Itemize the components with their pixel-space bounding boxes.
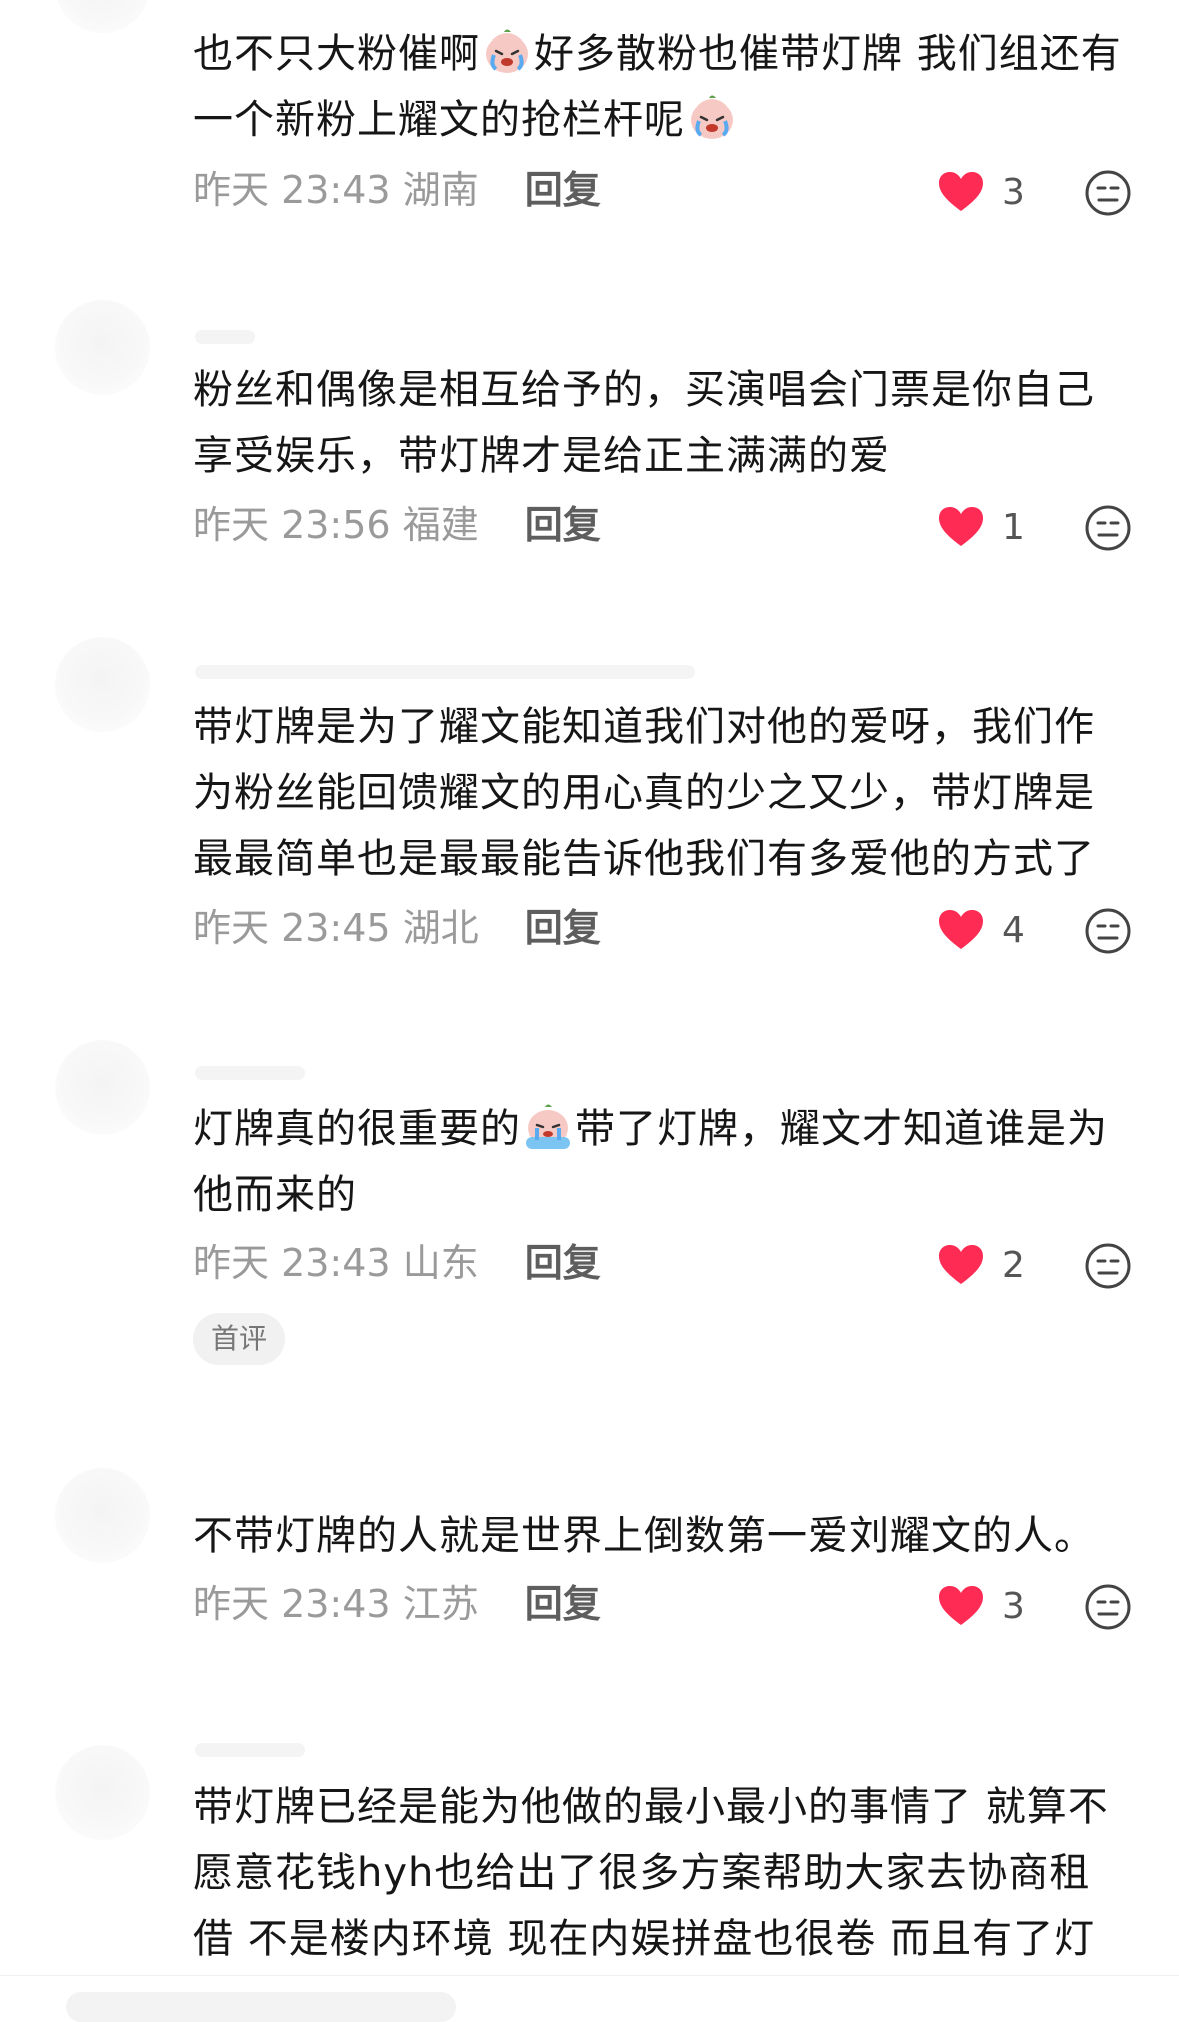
like-count: 2 — [1002, 1244, 1025, 1286]
comment-meta: 昨天 23:45 湖北 回复 — [193, 898, 601, 958]
reply-button[interactable]: 回复 — [525, 1582, 601, 1626]
avatar[interactable] — [55, 1040, 150, 1135]
like-count: 1 — [1002, 506, 1025, 548]
comment-meta: 昨天 23:43 山东 回复 — [193, 1233, 601, 1293]
username[interactable] — [195, 1066, 305, 1080]
like-count: 3 — [1002, 171, 1025, 213]
first-comment-badge: 首评 — [193, 1313, 286, 1365]
comment-text: 带灯牌是为了耀文能知道我们对他的爱呀，我们作为粉丝能回馈耀文的用心真的少之又少，… — [193, 704, 1095, 882]
avatar[interactable] — [55, 300, 150, 395]
reply-button[interactable]: 回复 — [525, 1241, 601, 1285]
like-button[interactable]: 3 — [938, 162, 1025, 222]
like-button[interactable]: 1 — [938, 497, 1025, 557]
comment-region: 江苏 — [402, 1582, 479, 1626]
avatar[interactable] — [55, 637, 150, 732]
neutral-face-icon[interactable] — [1084, 907, 1132, 955]
neutral-face-icon[interactable] — [1084, 1242, 1132, 1290]
sobbing-emoji-icon — [523, 1101, 573, 1151]
comment-region: 湖南 — [402, 168, 479, 212]
comment-meta: 昨天 23:56 福建 回复 — [193, 495, 601, 555]
comment-text: 也不只大粉催啊 好多散粉也催带灯牌 我们组还有一个新粉上耀文的抢栏杆呢 — [193, 21, 1123, 153]
neutral-face-icon[interactable] — [1084, 169, 1132, 217]
reply-button[interactable]: 回复 — [525, 503, 601, 547]
avatar[interactable] — [55, 0, 150, 33]
comment-time: 昨天 23:43 — [193, 1582, 391, 1626]
comment-input-pill[interactable] — [66, 1992, 456, 2022]
like-count: 3 — [1002, 1585, 1025, 1627]
crying-emoji-icon — [482, 26, 532, 76]
like-button[interactable]: 2 — [938, 1235, 1025, 1295]
bottom-bar — [0, 1975, 1179, 2022]
comment-time: 昨天 23:43 — [193, 168, 391, 212]
comment-meta: 昨天 23:43 江苏 回复 — [193, 1574, 601, 1634]
heart-icon — [939, 507, 983, 546]
heart-icon — [939, 1245, 983, 1284]
comment-time: 昨天 23:45 — [193, 906, 391, 950]
like-button[interactable]: 4 — [938, 900, 1025, 960]
avatar[interactable] — [55, 1745, 150, 1840]
like-button[interactable]: 3 — [938, 1576, 1025, 1636]
comment-region: 山东 — [402, 1241, 479, 1285]
neutral-face-icon[interactable] — [1084, 504, 1132, 552]
reply-button[interactable]: 回复 — [525, 168, 601, 212]
comment-text: 灯牌真的很重要的 带了灯牌，耀文才知道谁是为他而来的 — [193, 1096, 1113, 1228]
avatar[interactable] — [55, 1468, 150, 1563]
like-count: 4 — [1002, 909, 1025, 951]
heart-icon — [939, 1586, 983, 1625]
heart-icon — [939, 172, 983, 211]
comment-region: 湖北 — [402, 906, 479, 950]
username[interactable] — [195, 1743, 305, 1757]
heart-icon — [939, 910, 983, 949]
comment-time: 昨天 23:56 — [193, 503, 391, 547]
username[interactable] — [195, 665, 695, 679]
comment-text: 粉丝和偶像是相互给予的，买演唱会门票是你自己享受娱乐，带灯牌才是给正主满满的爱 — [193, 367, 1095, 479]
crying-emoji-icon — [687, 92, 737, 142]
comment-text: 不带灯牌的人就是世界上倒数第一爱刘耀文的人。 — [193, 1513, 1095, 1559]
reply-button[interactable]: 回复 — [525, 906, 601, 950]
comment-time: 昨天 23:43 — [193, 1241, 391, 1285]
comment-region: 福建 — [402, 503, 479, 547]
neutral-face-icon[interactable] — [1084, 1583, 1132, 1631]
username[interactable] — [195, 330, 255, 344]
comment-meta: 昨天 23:43 湖南 回复 — [193, 160, 601, 220]
comment-text: 带灯牌已经是能为他做的最小最小的事情了 就算不愿意花钱hyh也给出了很多方案帮助… — [193, 1784, 1109, 1962]
